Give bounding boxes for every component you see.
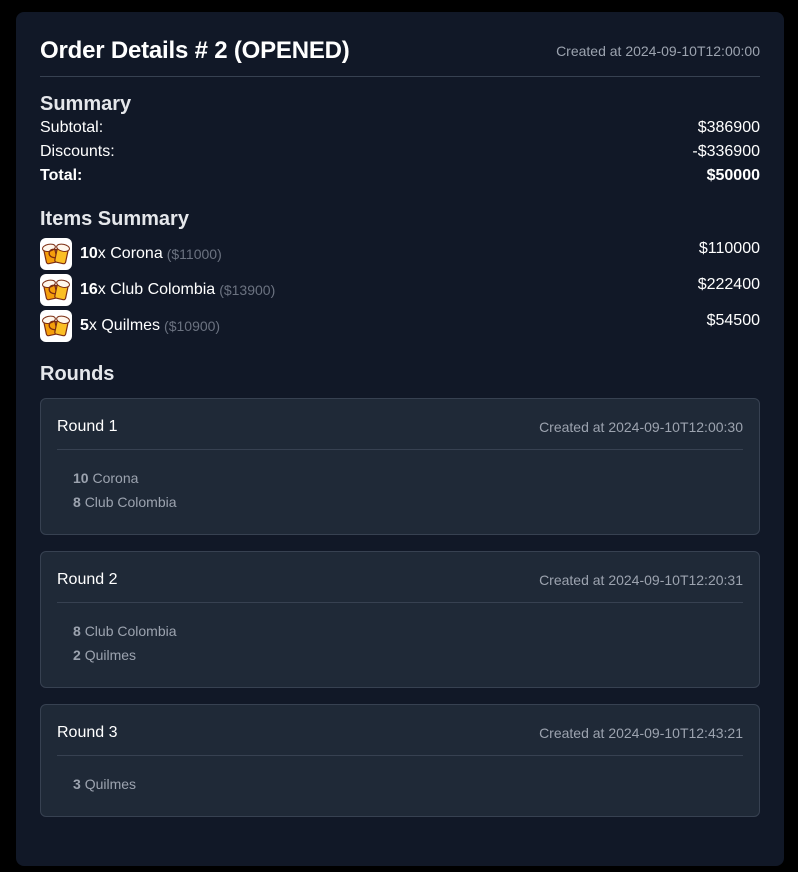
discounts-row: Discounts: -$336900 bbox=[40, 140, 760, 164]
list-item: 5x Quilmes ($10900) $54500 bbox=[40, 309, 760, 345]
header-divider bbox=[40, 76, 760, 77]
item-name: Corona bbox=[110, 245, 163, 262]
total-row: Total: $50000 bbox=[40, 164, 760, 188]
item-unit-price: ($10900) bbox=[164, 318, 221, 334]
round-line-item: 8 Club Colombia bbox=[73, 490, 743, 514]
item-total: $54500 bbox=[706, 312, 760, 329]
round-line-name: Club Colombia bbox=[84, 494, 177, 510]
round-header: Round 3 Created at 2024-09-10T12:43:21 bbox=[57, 721, 743, 745]
round-card: Round 1 Created at 2024-09-10T12:00:30 1… bbox=[40, 398, 760, 535]
round-line-name: Corona bbox=[92, 470, 139, 486]
round-line-quantity: 10 bbox=[73, 470, 89, 486]
round-line-name: Quilmes bbox=[84, 647, 137, 663]
total-value: $50000 bbox=[706, 167, 760, 184]
beer-mugs-icon bbox=[40, 238, 72, 270]
item-total: $222400 bbox=[697, 276, 760, 293]
beer-mugs-icon bbox=[40, 274, 72, 306]
item-quantity: 16 bbox=[80, 281, 98, 298]
round-card: Round 3 Created at 2024-09-10T12:43:21 3… bbox=[40, 704, 760, 817]
rounds-section: Rounds Round 1 Created at 2024-09-10T12:… bbox=[40, 363, 760, 817]
round-created-timestamp: Created at 2024-09-10T12:00:30 bbox=[539, 419, 743, 435]
order-details-card: Order Details # 2 (OPENED) Created at 20… bbox=[16, 12, 784, 866]
item-quantity: 5 bbox=[80, 317, 89, 334]
item-unit-price: ($13900) bbox=[219, 282, 276, 298]
item-times: x bbox=[88, 317, 97, 334]
round-line-quantity: 8 bbox=[73, 494, 81, 510]
round-header: Round 1 Created at 2024-09-10T12:00:30 bbox=[57, 415, 743, 439]
round-title: Round 1 bbox=[57, 418, 118, 435]
round-created-timestamp: Created at 2024-09-10T12:43:21 bbox=[539, 725, 743, 741]
item-name: Club Colombia bbox=[110, 281, 216, 298]
round-line-name: Club Colombia bbox=[84, 623, 177, 639]
round-lines: 10 Corona 8 Club Colombia bbox=[57, 450, 743, 534]
round-line-item: 10 Corona bbox=[73, 466, 743, 490]
item-unit-price: ($11000) bbox=[166, 246, 222, 262]
subtotal-row: Subtotal: $386900 bbox=[40, 116, 760, 140]
item-description: 5x Quilmes bbox=[80, 317, 160, 335]
item-times: x bbox=[97, 245, 106, 262]
item-times: x bbox=[97, 281, 106, 298]
page-title: Order Details # 2 (OPENED) bbox=[40, 37, 350, 64]
list-item: 16x Club Colombia ($13900) $222400 bbox=[40, 273, 760, 309]
round-line-quantity: 2 bbox=[73, 647, 81, 663]
order-created-timestamp: Created at 2024-09-10T12:00:00 bbox=[556, 43, 760, 59]
round-title: Round 3 bbox=[57, 724, 118, 741]
rounds-title: Rounds bbox=[40, 363, 115, 385]
round-lines: 3 Quilmes bbox=[57, 756, 743, 816]
round-line-quantity: 8 bbox=[73, 623, 81, 639]
total-label: Total: bbox=[40, 167, 83, 184]
subtotal-label: Subtotal: bbox=[40, 119, 104, 136]
round-lines: 8 Club Colombia 2 Quilmes bbox=[57, 603, 743, 687]
round-card: Round 2 Created at 2024-09-10T12:20:31 8… bbox=[40, 551, 760, 688]
order-header: Order Details # 2 (OPENED) Created at 20… bbox=[40, 36, 760, 66]
discounts-label: Discounts: bbox=[40, 143, 115, 160]
discounts-value: -$336900 bbox=[692, 143, 760, 160]
beer-mugs-icon bbox=[40, 310, 72, 342]
round-line-quantity: 3 bbox=[73, 776, 81, 792]
round-line-item: 8 Club Colombia bbox=[73, 619, 743, 643]
subtotal-value: $386900 bbox=[697, 119, 760, 136]
round-line-item: 3 Quilmes bbox=[73, 772, 743, 796]
item-quantity: 10 bbox=[80, 245, 98, 262]
item-name: Quilmes bbox=[101, 317, 161, 334]
items-summary-section: Items Summary 10x Corona ($11000) $11000… bbox=[40, 208, 760, 345]
summary-section: Summary Subtotal: $386900 Discounts: -$3… bbox=[40, 93, 760, 188]
list-item: 10x Corona ($11000) $110000 bbox=[40, 237, 760, 273]
round-title: Round 2 bbox=[57, 571, 118, 588]
round-line-name: Quilmes bbox=[84, 776, 137, 792]
item-description: 10x Corona bbox=[80, 245, 163, 263]
round-created-timestamp: Created at 2024-09-10T12:20:31 bbox=[539, 572, 743, 588]
summary-title: Summary bbox=[40, 93, 132, 115]
item-total: $110000 bbox=[698, 240, 760, 257]
items-summary-title: Items Summary bbox=[40, 208, 189, 230]
item-description: 16x Club Colombia bbox=[80, 281, 215, 299]
round-line-item: 2 Quilmes bbox=[73, 643, 743, 667]
round-header: Round 2 Created at 2024-09-10T12:20:31 bbox=[57, 568, 743, 592]
